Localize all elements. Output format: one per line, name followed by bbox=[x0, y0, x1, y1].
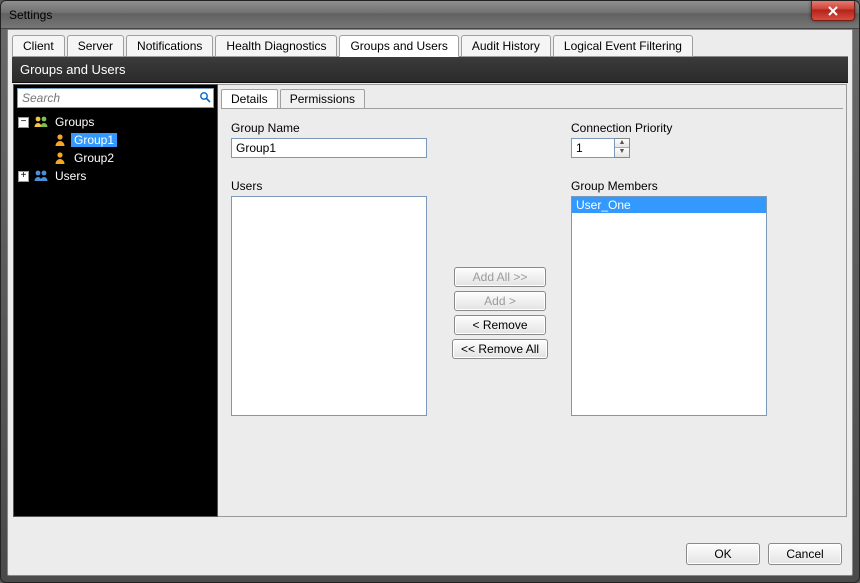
tree-node-group1[interactable]: Group1 bbox=[14, 131, 217, 149]
settings-window: Settings Client Server Notifications Hea… bbox=[0, 0, 860, 583]
users-listbox[interactable] bbox=[231, 196, 427, 416]
spinner-up-icon[interactable]: ▲ bbox=[615, 139, 629, 148]
ok-button[interactable]: OK bbox=[686, 543, 760, 565]
connection-priority-spinner[interactable]: ▲ ▼ bbox=[571, 138, 672, 158]
tree-label-group2: Group2 bbox=[71, 151, 117, 165]
tab-notifications[interactable]: Notifications bbox=[126, 35, 213, 57]
window-title: Settings bbox=[7, 8, 52, 22]
add-button[interactable]: Add > bbox=[454, 291, 546, 311]
users-list-label: Users bbox=[231, 179, 427, 193]
add-all-button[interactable]: Add All >> bbox=[454, 267, 546, 287]
list-item[interactable]: User_One bbox=[572, 197, 766, 213]
tree-label-users: Users bbox=[52, 169, 89, 183]
tree-label-group1: Group1 bbox=[71, 133, 117, 147]
person-icon bbox=[52, 150, 68, 166]
details-panel: Group Name Connection Priority ▲ ▼ bbox=[221, 108, 843, 515]
titlebar[interactable]: Settings bbox=[1, 1, 859, 29]
tree-node-users[interactable]: + Users bbox=[14, 167, 217, 185]
subtab-details[interactable]: Details bbox=[221, 89, 278, 109]
tree-node-groups[interactable]: − Groups bbox=[14, 113, 217, 131]
tab-server[interactable]: Server bbox=[67, 35, 124, 57]
group-name-label: Group Name bbox=[231, 121, 427, 135]
tab-audit-history[interactable]: Audit History bbox=[461, 35, 551, 57]
tree: − Groups Group1 bbox=[14, 111, 217, 516]
person-icon bbox=[52, 132, 68, 148]
tree-label-groups: Groups bbox=[52, 115, 97, 129]
cancel-button[interactable]: Cancel bbox=[768, 543, 842, 565]
search-icon[interactable] bbox=[197, 91, 213, 106]
tab-client[interactable]: Client bbox=[12, 35, 65, 57]
members-list-label: Group Members bbox=[571, 179, 767, 193]
close-icon bbox=[827, 6, 839, 16]
sidebar: − Groups Group1 bbox=[13, 84, 218, 517]
tab-groups-and-users[interactable]: Groups and Users bbox=[339, 35, 458, 57]
tree-node-group2[interactable]: Group2 bbox=[14, 149, 217, 167]
search-input[interactable] bbox=[18, 91, 197, 105]
users-icon bbox=[33, 168, 49, 184]
dialog-footer: OK Cancel bbox=[686, 543, 842, 565]
client-area: Client Server Notifications Health Diagn… bbox=[7, 29, 853, 576]
connection-priority-label: Connection Priority bbox=[571, 121, 672, 135]
spinner-down-icon[interactable]: ▼ bbox=[615, 148, 629, 157]
tab-logical-event-filtering[interactable]: Logical Event Filtering bbox=[553, 35, 693, 57]
subtab-permissions[interactable]: Permissions bbox=[280, 89, 365, 109]
sub-tabs: Details Permissions bbox=[218, 85, 846, 108]
collapse-icon[interactable]: − bbox=[18, 117, 29, 128]
panel-header: Groups and Users bbox=[12, 56, 848, 83]
connection-priority-input[interactable] bbox=[571, 138, 615, 158]
expand-icon[interactable]: + bbox=[18, 171, 29, 182]
tab-health-diagnostics[interactable]: Health Diagnostics bbox=[215, 35, 337, 57]
close-button[interactable] bbox=[811, 1, 855, 21]
content-pane: Details Permissions Group Name Connectio… bbox=[218, 84, 847, 517]
members-listbox[interactable]: User_One bbox=[571, 196, 767, 416]
panel-body: − Groups Group1 bbox=[12, 83, 848, 518]
groups-icon bbox=[33, 114, 49, 130]
group-name-input[interactable] bbox=[231, 138, 427, 158]
main-tabs: Client Server Notifications Health Diagn… bbox=[8, 30, 852, 56]
search-box[interactable] bbox=[17, 88, 214, 108]
remove-button[interactable]: < Remove bbox=[454, 315, 546, 335]
remove-all-button[interactable]: << Remove All bbox=[452, 339, 548, 359]
